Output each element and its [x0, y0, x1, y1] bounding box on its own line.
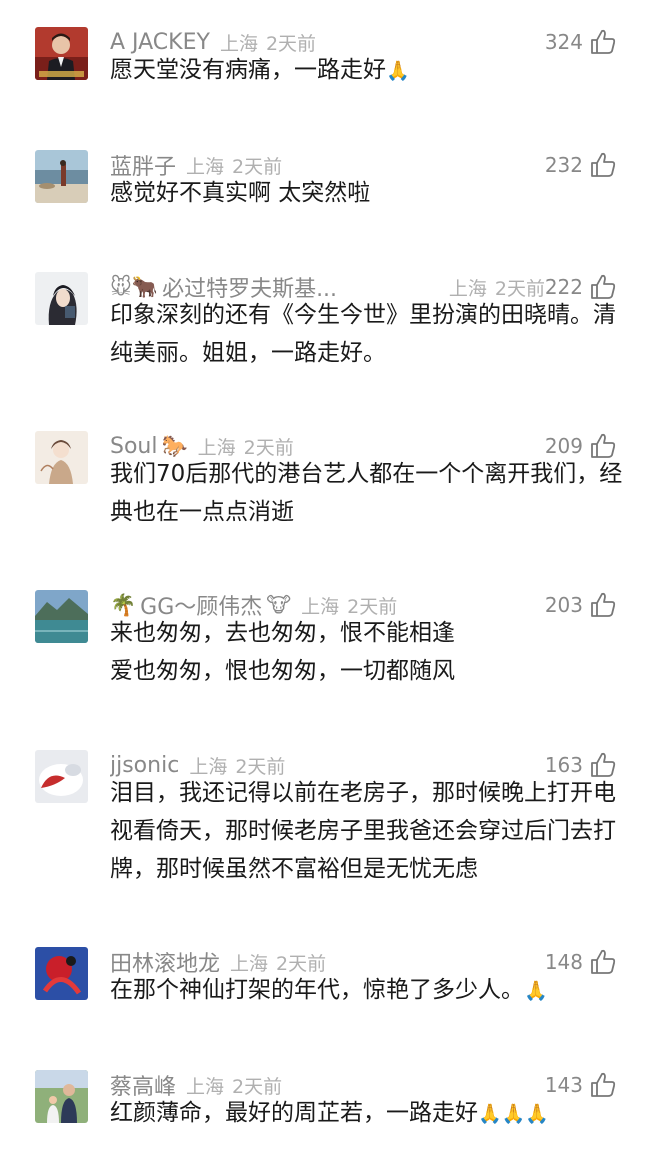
comment-text: 在那个神仙打架的年代，惊艳了多少人。🙏 [110, 977, 548, 1003]
avatar[interactable] [35, 272, 88, 325]
comment-text: 感觉好不真实啊 太突然啦 [110, 180, 371, 206]
comment-text: 来也匆匆，去也匆匆，恨不能相逢 爱也匆匆，恨也匆匆，一切都随风 [110, 620, 455, 684]
avatar[interactable] [35, 1070, 88, 1123]
avatar[interactable] [35, 947, 88, 1000]
comment-text: 红颜薄命，最好的周芷若，一路走好🙏🙏🙏 [110, 1100, 549, 1126]
pray-emoji: 🙏🙏🙏 [478, 1103, 549, 1125]
avatar[interactable] [35, 431, 88, 484]
avatar[interactable] [35, 750, 88, 803]
comment-text: 泪目，我还记得以前在老房子，那时候晚上打开电视看倚天，那时候老房子里我爸还会穿过… [110, 780, 616, 882]
avatar[interactable] [35, 590, 88, 643]
pray-emoji: 🙏 [386, 60, 410, 82]
comment-text: 愿天堂没有病痛，一路走好🙏 [110, 57, 410, 83]
comment-text: 我们70后那代的港台艺人都在一个个离开我们，经典也在一点点消逝 [110, 461, 623, 525]
pray-emoji: 🙏 [524, 980, 548, 1002]
avatar[interactable] [35, 150, 88, 203]
avatar[interactable] [35, 27, 88, 80]
comment-text: 印象深刻的还有《今生今世》里扮演的田晓晴。清纯美丽。姐姐，一路走好。 [110, 302, 616, 366]
